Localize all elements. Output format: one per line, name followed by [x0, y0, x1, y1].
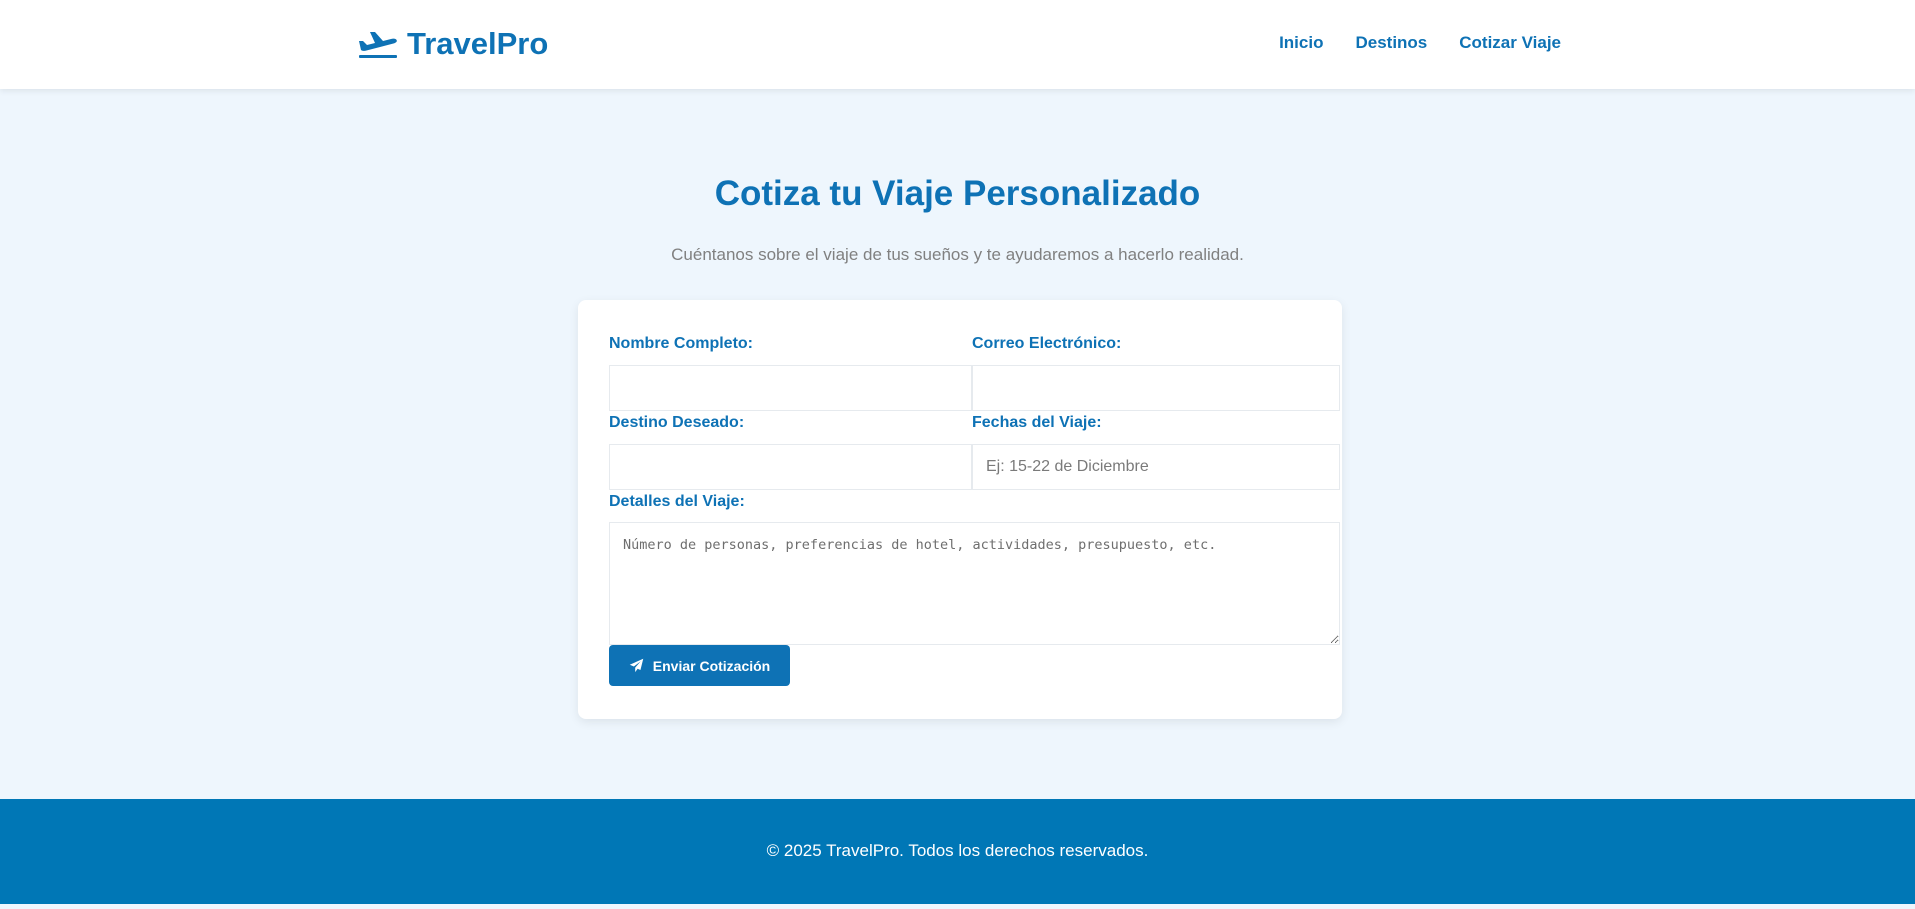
page-bottom-strip	[0, 904, 1915, 909]
page-subtitle: Cuéntanos sobre el viaje de tus sueños y…	[671, 245, 1244, 264]
dates-input[interactable]	[972, 444, 1340, 490]
main-nav: Inicio Destinos Cotizar Viaje	[1279, 33, 1561, 53]
brand-logo[interactable]: TravelPro	[358, 26, 548, 62]
nav-link-inicio[interactable]: Inicio	[1279, 33, 1323, 53]
email-input[interactable]	[972, 365, 1340, 411]
site-header: TravelPro Inicio Destinos Cotizar Viaje	[0, 0, 1915, 89]
name-label: Nombre Completo:	[609, 335, 753, 352]
brand-name: TravelPro	[407, 26, 549, 61]
site-footer: © 2025 TravelPro. Todos los derechos res…	[0, 799, 1915, 904]
paper-plane-icon	[629, 658, 644, 673]
details-label: Detalles del Viaje:	[609, 493, 745, 510]
email-label: Correo Electrónico:	[972, 335, 1122, 352]
details-textarea[interactable]	[609, 522, 1340, 645]
destination-label: Destino Deseado:	[609, 414, 745, 431]
submit-quote-button[interactable]: Enviar Cotización	[609, 645, 790, 686]
page-title: Cotiza tu Viaje Personalizado	[714, 174, 1201, 213]
destination-input[interactable]	[609, 444, 972, 490]
plane-departure-icon	[359, 32, 397, 58]
submit-label: Enviar Cotización	[652, 657, 771, 674]
copyright-text: © 2025 TravelPro. Todos los derechos res…	[766, 841, 1149, 860]
nav-link-cotizar-viaje[interactable]: Cotizar Viaje	[1459, 33, 1561, 53]
quote-form: Nombre Completo: Correo Electrónico: Des…	[578, 300, 1342, 719]
name-input[interactable]	[609, 365, 972, 411]
nav-link-destinos[interactable]: Destinos	[1355, 33, 1427, 53]
dates-label: Fechas del Viaje:	[972, 414, 1102, 431]
